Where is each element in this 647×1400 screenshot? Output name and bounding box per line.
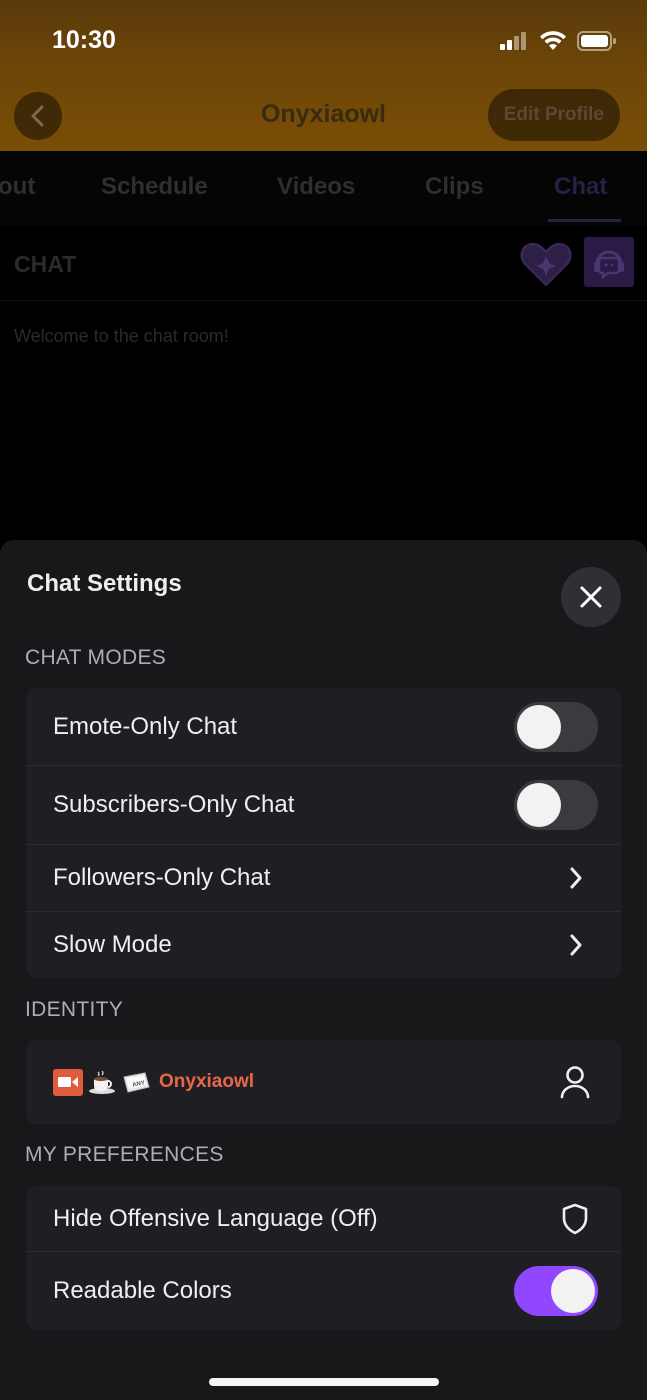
row-label: Readable Colors [53, 1277, 232, 1304]
row-hide-offensive-language[interactable]: Hide Offensive Language (Off) [26, 1186, 621, 1252]
chevron-right-icon [570, 934, 582, 956]
toggle-knob [517, 704, 561, 749]
battery-icon [577, 31, 616, 51]
row-label: Hide Offensive Language (Off) [53, 1204, 378, 1232]
cellular-signal-icon [500, 32, 526, 50]
row-subscribers-only[interactable]: Subscribers-Only Chat [26, 766, 621, 845]
wifi-icon [540, 31, 566, 50]
chat-settings-sheet: Chat Settings CHAT MODES Emote-Only Chat… [0, 540, 647, 1400]
identity-card: ANY Onyxiaowl [26, 1040, 621, 1124]
status-time: 10:30 [52, 26, 116, 54]
preferences-card: Hide Offensive Language (Off) Readable C… [26, 1186, 621, 1330]
hype-heart-button[interactable] [519, 240, 573, 293]
active-tab-indicator [548, 219, 621, 222]
chat-modes-card: Emote-Only Chat Subscribers-Only Chat Fo… [26, 688, 621, 978]
row-readable-colors[interactable]: Readable Colors [26, 1252, 621, 1330]
section-label-identity: IDENTITY [25, 998, 124, 1021]
readable-colors-toggle[interactable] [514, 1266, 598, 1316]
identity-username: Onyxiaowl [159, 1071, 255, 1092]
profile-tabs: out Schedule Videos Clips Chat [0, 151, 647, 226]
chat-title: CHAT [14, 251, 77, 277]
section-label-preferences: MY PREFERENCES [25, 1143, 224, 1166]
tab-clips[interactable]: Clips [425, 173, 484, 201]
tab-chat[interactable]: Chat [554, 173, 607, 201]
row-label: Subscribers-Only Chat [53, 791, 295, 818]
shield-icon [562, 1203, 588, 1234]
coffee-badge-icon [87, 1069, 117, 1096]
status-icons [499, 30, 617, 52]
subscribers-only-toggle[interactable] [514, 780, 598, 830]
chat-audio-button[interactable] [584, 237, 634, 287]
profile-header: 10:30 Onyxiaowl Edit Profile [0, 0, 647, 151]
section-label-chat-modes: CHAT MODES [25, 646, 167, 669]
toggle-knob [551, 1269, 595, 1313]
close-icon [580, 586, 602, 608]
heart-icon [520, 242, 572, 287]
any-key-badge-icon: ANY [121, 1069, 151, 1096]
edit-profile-button[interactable]: Edit Profile [487, 89, 620, 141]
broadcaster-badge-icon [53, 1068, 83, 1096]
tab-schedule[interactable]: Schedule [101, 173, 208, 201]
row-label: Emote-Only Chat [53, 712, 238, 740]
row-label: Followers-Only Chat [53, 864, 271, 891]
user-icon [560, 1066, 590, 1099]
row-emote-only[interactable]: Emote-Only Chat [26, 688, 621, 766]
tab-about[interactable]: out [0, 173, 35, 201]
emote-only-toggle[interactable] [514, 701, 598, 752]
tab-videos[interactable]: Videos [277, 173, 355, 201]
headset-chat-icon [594, 250, 624, 280]
welcome-message: Welcome to the chat room! [14, 326, 229, 346]
row-identity[interactable]: ANY Onyxiaowl [26, 1040, 621, 1124]
toggle-knob [517, 783, 561, 827]
home-indicator [209, 1378, 439, 1386]
row-followers-only[interactable]: Followers-Only Chat [26, 845, 621, 912]
chevron-right-icon [570, 867, 582, 889]
sheet-title: Chat Settings [27, 570, 182, 597]
close-button[interactable] [561, 567, 621, 627]
row-label: Slow Mode [53, 931, 172, 958]
identity-badges: ANY Onyxiaowl [53, 1068, 255, 1096]
row-slow-mode[interactable]: Slow Mode [26, 912, 621, 978]
